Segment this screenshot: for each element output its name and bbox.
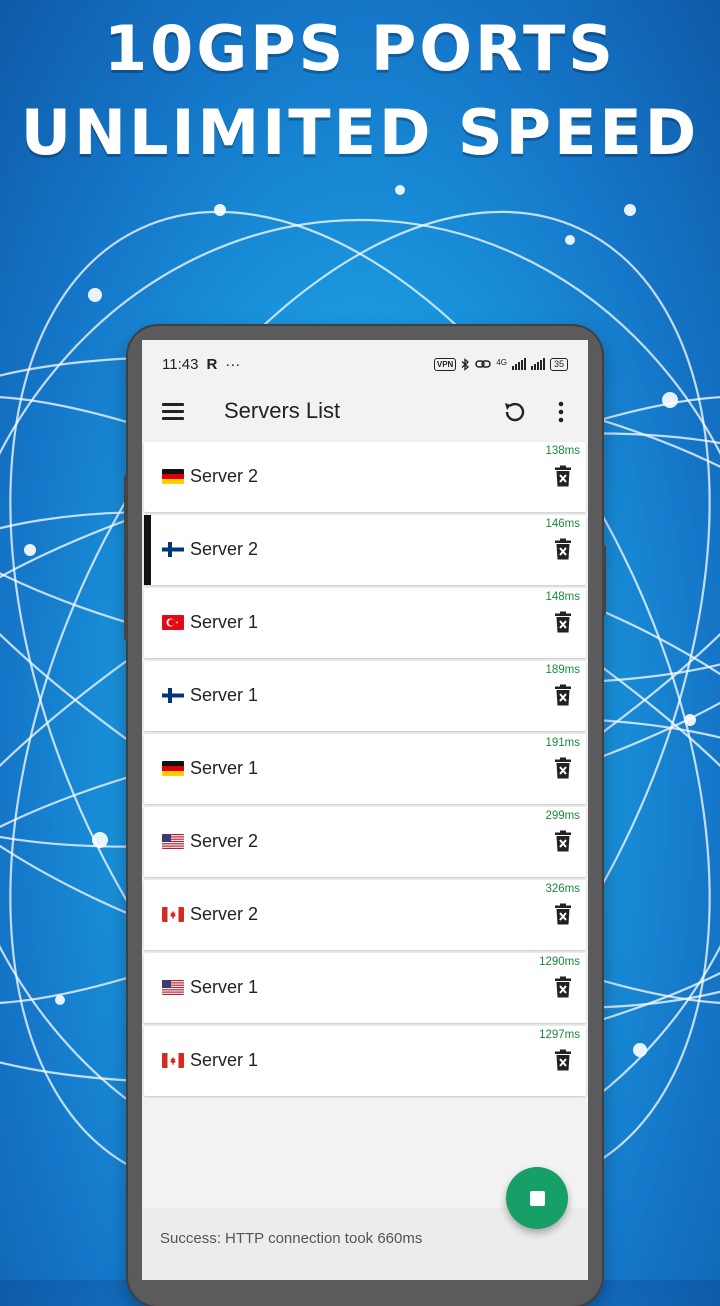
promo-headline-line2: UNLIMITED SPEED [20,96,700,169]
server-row[interactable]: Server 1 1297ms [144,1026,586,1096]
server-latency: 146ms [545,518,580,530]
server-name: Server 1 [190,612,259,632]
phone-side-button-left [124,475,128,640]
hamburger-icon[interactable] [162,403,184,420]
signal-icon-1 [511,358,526,370]
server-latency: 326ms [545,883,580,895]
server-latency: 148ms [545,591,580,603]
turkey-flag-icon [162,615,184,630]
snackbar-message: Success: HTTP connection took 660ms [160,1230,423,1247]
server-row[interactable]: Server 1 189ms [144,661,586,731]
trash-icon[interactable] [555,830,571,852]
server-name: Server 2 [190,539,259,559]
server-latency: 1297ms [539,1029,580,1041]
stop-icon [530,1191,545,1206]
page-title: Servers List [224,398,341,423]
trash-icon[interactable] [555,684,571,706]
phone-side-button-right [602,545,606,615]
finland-flag-icon [162,542,184,557]
link-icon [475,360,492,368]
trash-icon[interactable] [555,976,571,998]
server-row[interactable]: Server 2 146ms [144,515,586,585]
server-name: Server 1 [190,1050,259,1070]
trash-icon[interactable] [555,611,571,633]
server-row[interactable]: Server 2 326ms [144,880,586,950]
usa-flag-icon [162,980,184,995]
germany-flag-icon [162,761,184,776]
server-row[interactable]: Server 2 299ms [144,807,586,877]
vpn-badge: VPN [433,357,457,371]
status-time: 11:43 [162,355,199,373]
server-latency: 189ms [545,664,580,676]
finland-flag-icon [162,688,184,703]
trash-icon[interactable] [555,465,571,487]
r-badge: R [206,355,218,373]
server-name: Server 2 [190,831,259,851]
server-name: Server 1 [190,758,259,778]
signal-icon-2 [530,358,545,370]
server-name: Server 2 [190,904,259,924]
bluetooth-icon [461,357,470,371]
canada-flag-icon [162,907,184,922]
status-dots: ··· [225,355,241,373]
stop-fab-button[interactable] [506,1167,568,1229]
server-row[interactable]: Server 1 191ms [144,734,586,804]
server-row[interactable]: Server 2 138ms [144,442,586,512]
server-name: Server 1 [190,685,259,705]
canada-flag-icon [162,1053,184,1068]
server-latency: 191ms [545,737,580,749]
trash-icon[interactable] [555,1049,571,1071]
promo-headline-line1: 10GPS PORTS [104,12,616,85]
app-bar: Servers List [142,388,588,434]
trash-icon[interactable] [555,903,571,925]
battery-icon: 35 [549,357,568,371]
server-row[interactable]: Server 1 1290ms [144,953,586,1023]
server-latency: 299ms [545,810,580,822]
server-latency: 1290ms [539,956,580,968]
server-row[interactable]: Server 1 148ms [144,588,586,658]
server-latency: 138ms [545,445,580,457]
server-name: Server 2 [190,466,259,486]
more-vert-icon[interactable] [550,399,572,425]
status-bar: 11:43 R ··· VPN 4G 35 [142,340,588,388]
phone-screen: 11:43 R ··· VPN 4G 35 Servers List Serve… [142,340,588,1280]
server-name: Server 1 [190,977,259,997]
trash-icon[interactable] [555,757,571,779]
germany-flag-icon [162,469,184,484]
network-type: 4G [496,357,507,367]
refresh-icon[interactable] [500,398,528,426]
usa-flag-icon [162,834,184,849]
trash-icon[interactable] [555,538,571,560]
